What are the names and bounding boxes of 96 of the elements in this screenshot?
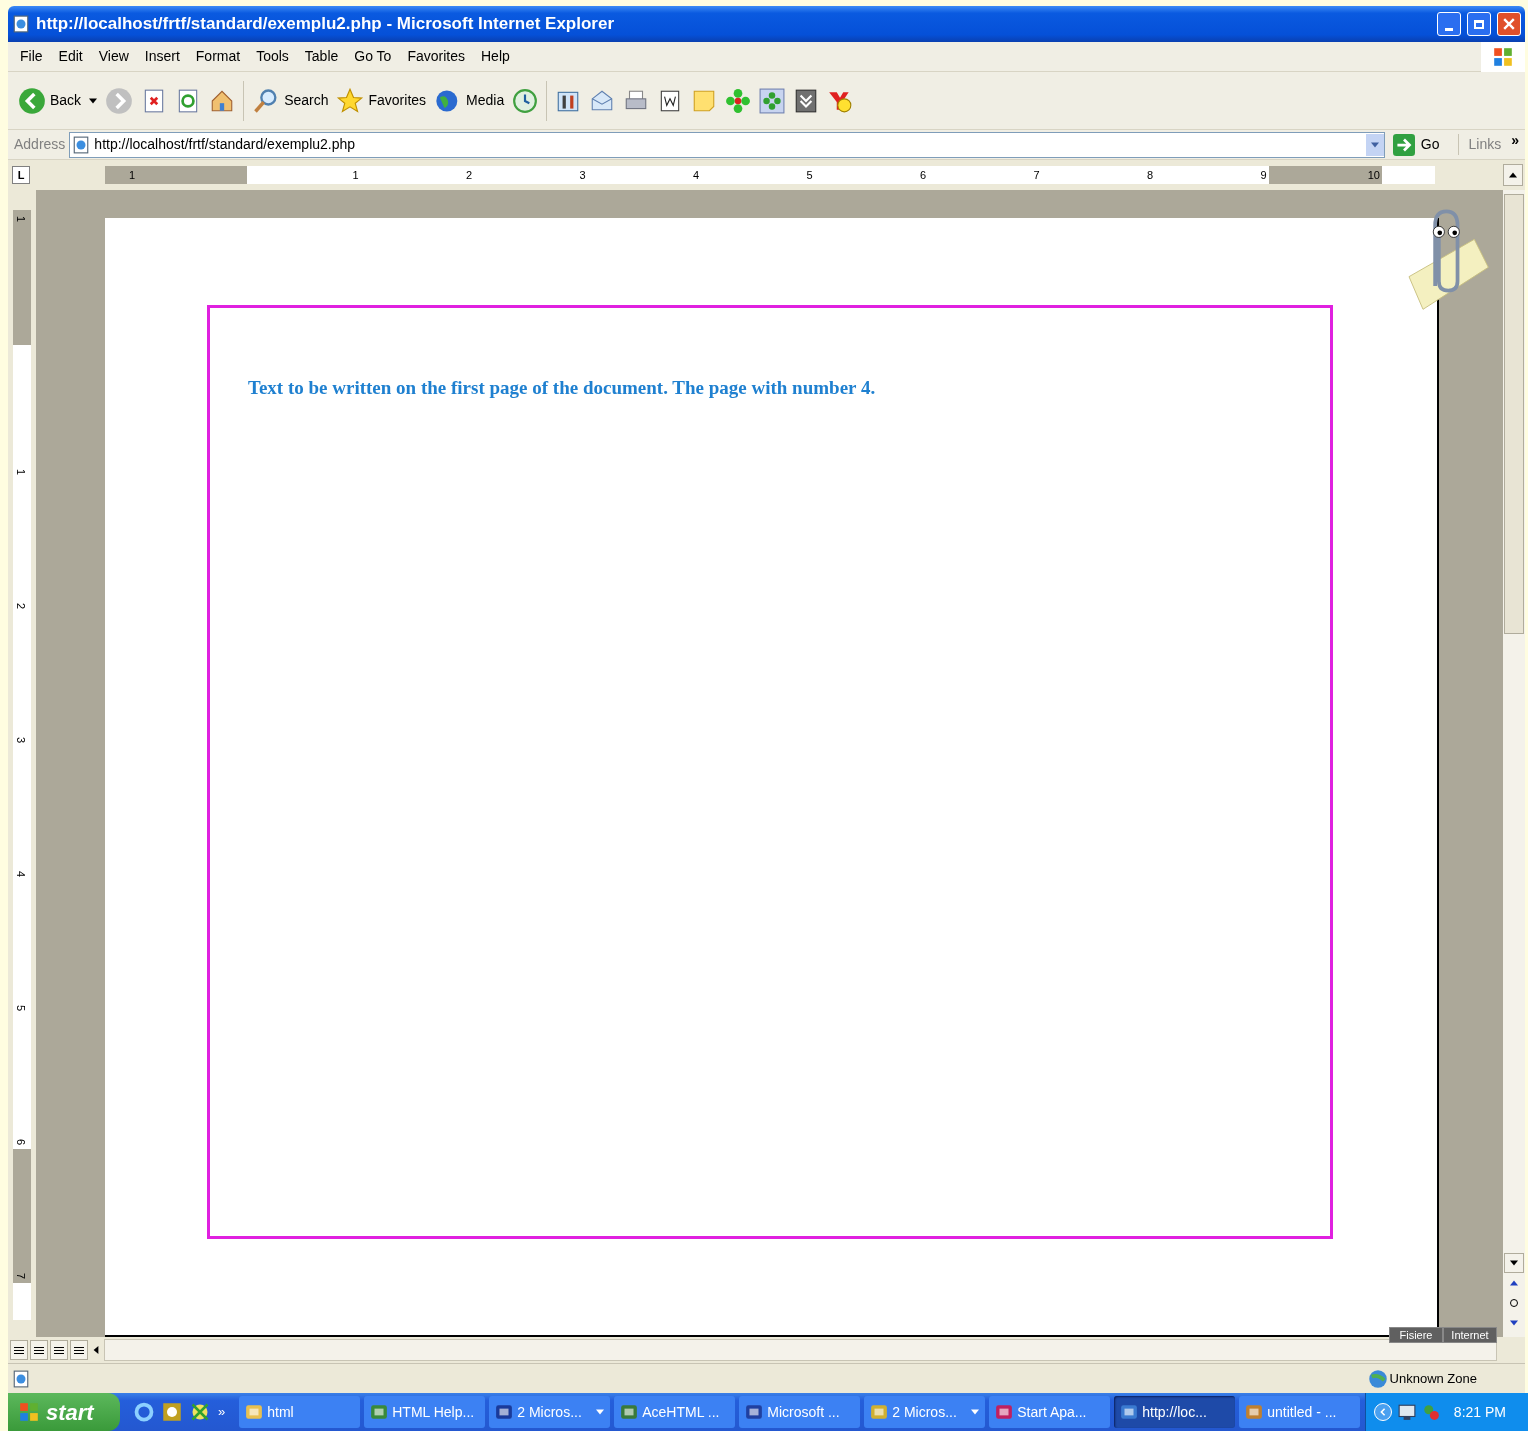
search-button[interactable]: Search [252,86,329,115]
history-icon[interactable] [512,87,539,114]
window-title: http://localhost/frtf/standard/exemplu2.php - Microsoft Internet Explorer [36,13,616,36]
web-view-icon[interactable] [30,1340,48,1360]
app-icon [870,1403,889,1421]
normal-view-icon[interactable] [10,1340,28,1360]
page-status-icon [12,1369,30,1388]
monitor-tray-icon [1397,1403,1416,1421]
outline-view-icon[interactable] [70,1340,88,1360]
menu-item[interactable]: Edit [50,46,91,67]
app-icon [745,1403,764,1421]
ruler-number: 9 [1260,167,1268,183]
zone-status: Unknown Zone [1389,1369,1477,1388]
taskbar-button[interactable]: html [239,1396,361,1428]
back-button[interactable]: Back [18,86,82,115]
ruler-number: 7 [1033,167,1041,183]
menu-item[interactable]: View [90,46,137,67]
triangle-icon [1510,1279,1518,1287]
taskbar-button[interactable]: Microsoft ... [739,1396,861,1428]
ruler-number: 4 [15,870,28,878]
ruler-number: 8 [1146,167,1154,183]
address-label: Address [14,135,66,154]
close-icon [1503,18,1515,30]
ruler-number: 4 [692,167,700,183]
document-text: Text to be written on the first page of the document. The page with number 4. [248,376,877,400]
scroll-down-button[interactable] [1504,1253,1524,1273]
taskbar-button[interactable]: Start Apa... [989,1396,1111,1428]
dropdown-button[interactable] [1365,133,1384,156]
app-icon [245,1403,264,1421]
triangle-icon [1510,1259,1518,1267]
menu-item[interactable]: Favorites [399,46,473,67]
ruler-number: 3 [15,736,28,744]
more-quick-launch-button[interactable]: » [218,1402,226,1422]
triangle-icon [1510,1319,1518,1327]
taskbar-button[interactable]: HTML Help... [364,1396,486,1428]
ruler-number: 6 [919,167,927,183]
menu-item[interactable]: Help [473,46,518,67]
ruler-number: 2 [15,602,28,610]
windows-logo-icon [18,1401,40,1423]
menu-item[interactable]: Tools [248,46,297,67]
taskbar-button[interactable]: 2 Micros... [864,1396,986,1428]
ruler-number: 1 [129,167,136,183]
ruler-number: 1 [15,215,28,223]
minimize-button[interactable] [1437,12,1461,36]
menu-item[interactable]: Go To [346,46,400,67]
ruler-number: 2 [465,167,473,183]
windows-logo-icon [1481,41,1525,72]
ruler-number: 6 [15,1138,28,1146]
menu-item[interactable]: Format [187,46,249,67]
browser-page-icon [12,15,30,33]
clock: 8:21 PM [1453,1402,1506,1422]
ruler-number: 7 [15,1272,28,1280]
triangle-icon [92,1346,100,1354]
ruler-number: 5 [15,1004,28,1012]
close-button[interactable] [1497,12,1521,36]
triangle-icon [1370,140,1379,149]
tooltip-tab[interactable]: Fisiere [1389,1327,1443,1343]
address-field[interactable]: http://localhost/frtf/standard/exemplu2.php [69,131,1385,158]
tooltip-tab[interactable]: Internet [1443,1327,1497,1343]
app-icon [1120,1403,1139,1421]
taskbar-button[interactable]: http://loc... [1114,1396,1236,1428]
menu-item[interactable]: File [12,46,51,67]
restore-button[interactable] [1467,12,1491,36]
flower-icon[interactable] [759,87,786,114]
app-icon [995,1403,1014,1421]
favorites-button[interactable]: Favorites [336,86,427,115]
chevron-left-icon [1378,1408,1387,1416]
app-icon [620,1403,639,1421]
scroll-up-button[interactable] [1503,164,1523,186]
ruler-number: 3 [579,167,587,183]
media-button[interactable]: Media [434,86,505,115]
app-icon [1245,1403,1264,1421]
horizontal-scrollbar[interactable] [104,1339,1497,1361]
app-icon [495,1403,514,1421]
ruler-number: 1 [352,167,360,183]
tab-stop-selector[interactable]: L [12,166,30,184]
chevron-button[interactable]: » [1505,130,1525,151]
flower-icon[interactable] [725,87,752,114]
triangle-icon [1509,171,1517,179]
ruler-number: 10 [1367,167,1381,183]
globe-icon [1367,1368,1388,1389]
ruler-number: 5 [806,167,814,183]
vertical-scrollbar[interactable] [1503,190,1525,1337]
print-view-icon[interactable] [50,1340,68,1360]
browser-page-icon [72,135,91,154]
menu-item[interactable]: Insert [136,46,188,67]
go-button[interactable]: Go [1388,133,1444,156]
taskbar-button[interactable]: 2 Micros... [489,1396,611,1428]
taskbar-button[interactable]: AceHTML ... [614,1396,736,1428]
show-hidden-icons-button[interactable] [1373,1403,1392,1421]
taskbar-button[interactable]: untitled - ... [1239,1396,1361,1428]
caret-icon[interactable] [89,96,98,105]
menu-item[interactable]: Table [296,46,347,67]
ruler-number: 1 [15,468,28,476]
app-icon [370,1403,389,1421]
star-icon [336,86,365,115]
